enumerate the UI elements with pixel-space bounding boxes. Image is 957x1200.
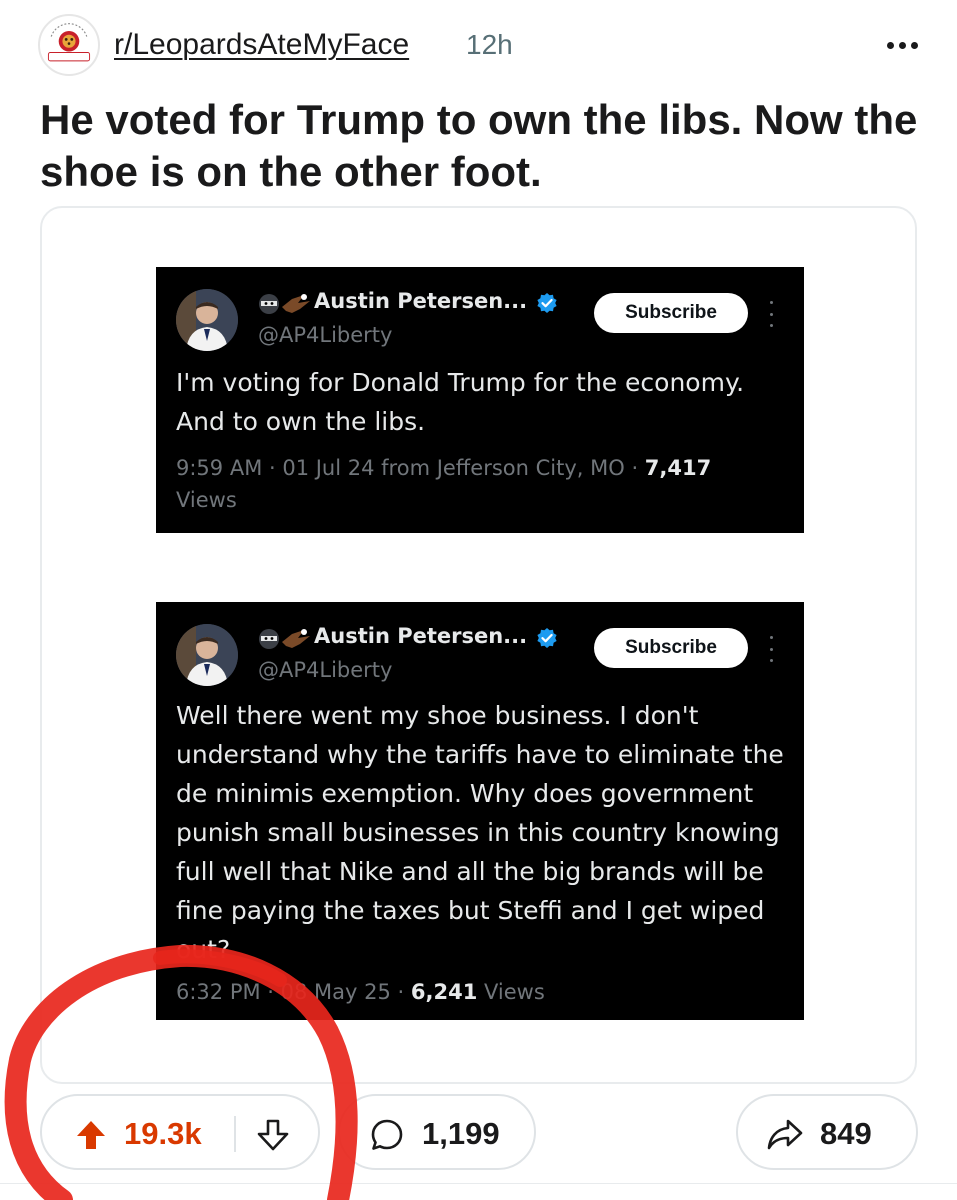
subreddit-logo-icon (40, 16, 98, 74)
comments-button[interactable]: 1,199 (338, 1094, 536, 1170)
tweet-views-label: Views (477, 980, 545, 1004)
post-age: 12h (466, 29, 513, 60)
share-button[interactable]: 849 (736, 1094, 918, 1170)
ninja-eagle-emoji-icon (258, 626, 312, 652)
tweet-author-avatar (176, 624, 238, 686)
comment-bubble-icon (370, 1118, 404, 1152)
bottom-divider (0, 1183, 957, 1184)
tweet-more-icon (764, 301, 778, 327)
subreddit-name-link[interactable]: r/LeopardsAteMyFace (114, 28, 409, 62)
more-options-icon[interactable] (880, 30, 924, 60)
upvote-arrow-icon[interactable] (74, 1118, 108, 1152)
verified-badge-icon (536, 292, 558, 314)
more-dot (898, 41, 906, 49)
tweet-meta: 9:59 AM · 01 Jul 24 from Jefferson City,… (176, 452, 776, 516)
comment-count: 1,199 (422, 1116, 500, 1151)
tweet-views-count: 6,241 (410, 980, 478, 1004)
tweet-body: Well there went my shoe business. I don'… (176, 701, 784, 964)
tweet-body: I'm voting for Donald Trump for the econ… (176, 368, 745, 436)
upvote-count: 19.3k (124, 1116, 202, 1151)
tweet-meta: 6:32 PM · 08 May 25 · 6,241 Views (176, 976, 776, 1008)
tweet-screenshot-2: Austin Petersen... @AP4Liberty Subscribe… (156, 602, 804, 1020)
subscribe-button: Subscribe (594, 628, 748, 668)
post-action-bar: 19.3k 1,199 849 (0, 1094, 957, 1174)
post-image-card[interactable]: Austin Petersen... @AP4Liberty Subscribe… (40, 206, 917, 1084)
tweet-author-avatar (176, 289, 238, 351)
tweet-timestamp: 9:59 AM · 01 Jul 24 from Jefferson City,… (176, 456, 645, 480)
post-header: r/LeopardsAteMyFace 12h (38, 14, 938, 78)
tweet-views-count: 7,417 (644, 456, 712, 480)
tweet-timestamp: 6:32 PM · 08 May 25 · (176, 980, 411, 1004)
vote-control: 19.3k (40, 1094, 320, 1170)
subreddit-avatar[interactable] (38, 14, 100, 76)
tweet-handle: @AP4Liberty (258, 658, 393, 682)
tweet-screenshot-1: Austin Petersen... @AP4Liberty Subscribe… (156, 267, 804, 533)
ninja-eagle-emoji-icon (258, 291, 312, 317)
post-title[interactable]: He voted for Trump to own the libs. Now … (40, 94, 920, 198)
subscribe-button: Subscribe (594, 293, 748, 333)
tweet-display-name: Austin Petersen... (314, 624, 528, 648)
more-dot (886, 41, 894, 49)
share-arrow-icon (766, 1117, 804, 1153)
tweet-display-name: Austin Petersen... (314, 289, 528, 313)
downvote-arrow-icon[interactable] (256, 1118, 290, 1152)
vote-divider (234, 1116, 236, 1152)
tweet-views-label: Views (176, 488, 237, 512)
share-count: 849 (820, 1116, 872, 1151)
more-dot (910, 41, 918, 49)
tweet-more-icon (764, 636, 778, 662)
verified-badge-icon (536, 627, 558, 649)
tweet-handle: @AP4Liberty (258, 323, 393, 347)
